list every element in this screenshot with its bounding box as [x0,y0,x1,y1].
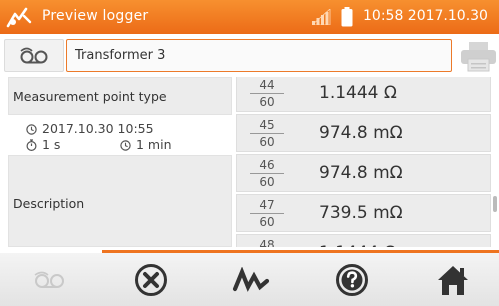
graph-button[interactable] [206,253,296,306]
interval-value: 1 s [42,137,61,152]
printer-icon[interactable] [458,40,499,72]
measurement-row[interactable]: 44 60 1.1444 Ω [236,77,491,112]
info-panel: Measurement point type 2017.10.30 10:55 … [8,77,232,247]
measurement-row[interactable]: 45 60 974.8 mΩ [236,114,491,152]
status-bar: Preview logger 10:58 2017.10.30 [0,0,499,34]
scrollbar-thumb[interactable] [493,196,497,212]
measurement-index: 47 [259,198,275,212]
close-button[interactable] [106,253,196,306]
measurement-index: 44 [259,78,275,92]
help-icon [336,263,368,296]
object-name-field[interactable]: Transformer 3 [66,39,452,72]
measurement-total: 60 [259,95,275,109]
recording-info: 2017.10.30 10:55 1 s 1 min [8,115,232,155]
signal-strength-icon [312,9,331,25]
recording-icon [34,271,64,288]
home-icon [438,265,468,295]
measurement-list[interactable]: 44 60 1.1444 Ω 45 60 974.8 mΩ 46 60 974.8 mΩ 47 60… [236,77,491,247]
measurement-value: 739.5 mΩ [319,203,403,223]
fraction-divider [250,173,284,174]
measurement-index: 46 [259,158,275,172]
measurement-point-type-label: Measurement point type [13,89,167,104]
clock-icon [26,124,37,135]
help-button[interactable] [307,253,397,306]
measurement-index: 45 [259,118,275,132]
clock: 10:58 2017.10.30 [363,8,488,24]
measurement-total: 60 [259,215,275,229]
logger-icon [6,7,32,28]
fraction-divider [250,213,284,214]
start-datetime: 2017.10.30 10:55 [42,121,154,136]
description-field[interactable]: Description [8,155,232,247]
close-icon [135,263,167,296]
stopwatch-icon [26,139,37,151]
bottom-toolbar [0,253,499,306]
window-title: Preview logger [42,8,149,24]
measurement-total: 60 [259,175,275,189]
start-time-row: 2017.10.30 10:55 [26,121,154,136]
measurement-total: 60 [259,135,275,149]
duration-value: 1 min [136,137,172,152]
home-button[interactable] [408,253,498,306]
object-name: Transformer 3 [75,48,166,63]
battery-icon [341,7,353,27]
graph-icon [232,266,270,292]
measurement-value: 974.8 mΩ [319,163,403,183]
recording-button[interactable] [5,253,95,306]
measurement-point-type-field[interactable]: Measurement point type [8,77,232,115]
measurement-value: 1.1444 Ω [319,243,397,247]
measurement-value: 1.1444 Ω [319,83,397,103]
duration-row: 1 min [120,137,172,152]
description-label: Description [13,196,85,211]
fraction-divider [250,93,284,94]
clock-icon [120,140,131,151]
object-select-button[interactable] [4,39,64,72]
recording-object-icon [20,47,48,64]
measurement-index: 48 [259,238,275,247]
object-row: Transformer 3 [0,36,499,76]
measurement-row[interactable]: 46 60 974.8 mΩ [236,154,491,192]
fraction-divider [250,133,284,134]
interval-row: 1 s [26,137,60,152]
measurement-row[interactable]: 47 60 739.5 mΩ [236,194,491,232]
measurement-row[interactable]: 48601.1444 Ω [236,234,491,247]
measurement-value: 974.8 mΩ [319,123,403,143]
